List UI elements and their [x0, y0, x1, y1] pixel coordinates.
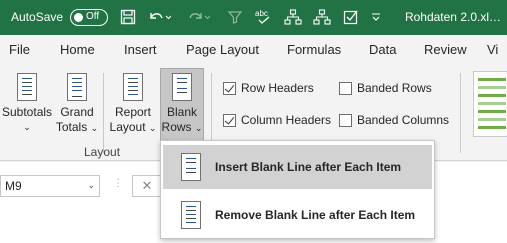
checkbox-checked[interactable]: [223, 81, 236, 95]
remove-blank-line-item[interactable]: Remove Blank Line after Each Item: [163, 193, 432, 237]
report-layout-button[interactable]: Report Layout ⌄: [108, 69, 158, 143]
tab-file[interactable]: File: [9, 42, 30, 57]
report-layout-label-1: Report: [114, 105, 152, 119]
tab-page-layout[interactable]: Page Layout: [186, 42, 259, 57]
document-title: Rohdaten 2.0.xl…: [404, 10, 501, 24]
ribbon-tabs: File Home Insert Page Layout Formulas Da…: [0, 35, 507, 65]
chevron-down-icon: ⌄: [90, 123, 99, 133]
spelling-icon[interactable]: abc: [253, 7, 275, 27]
name-box[interactable]: M9 ⌄: [0, 175, 100, 197]
redo-icon[interactable]: [185, 7, 211, 27]
hierarchy-icon[interactable]: [312, 7, 332, 27]
blank-rows-button[interactable]: Blank Rows ⌄: [160, 68, 204, 143]
banded-columns-checkbox[interactable]: Banded Columns: [339, 113, 449, 127]
undo-icon[interactable]: [146, 7, 172, 27]
save-icon[interactable]: [118, 7, 138, 27]
svg-text:abc: abc: [255, 9, 268, 18]
blank-rows-icon: [172, 73, 192, 101]
tab-formulas[interactable]: Formulas: [287, 42, 341, 57]
banded-rows-checkbox[interactable]: Banded Rows: [339, 81, 432, 95]
tab-view[interactable]: Vi: [487, 42, 498, 57]
grand-totals-icon: [67, 73, 87, 101]
chevron-down-icon[interactable]: ⌄: [87, 180, 95, 191]
name-box-value: M9: [5, 179, 22, 193]
subtotals-button[interactable]: Subtotals ⌄: [2, 69, 52, 143]
blank-rows-label-2: Rows ⌄: [161, 120, 203, 134]
title-bar: AutoSave Off abc Rohdaten 2.0.xl…: [0, 0, 507, 35]
checkbox-unchecked[interactable]: [339, 81, 352, 95]
autosave-toggle[interactable]: Off: [70, 9, 108, 26]
tab-data[interactable]: Data: [369, 42, 396, 57]
grand-totals-label-1: Grand: [60, 105, 94, 119]
report-layout-icon: [123, 73, 143, 101]
tab-home[interactable]: Home: [60, 42, 95, 57]
checkbox-icon[interactable]: [341, 7, 361, 27]
layout-group-label: Layout: [84, 145, 121, 159]
chevron-down-icon: ⌄: [148, 123, 157, 133]
divider: [103, 73, 104, 153]
chevron-down-icon: ⌄: [23, 122, 31, 132]
remove-blank-line-icon: [181, 201, 201, 229]
blank-rows-label-1: Blank: [166, 105, 198, 119]
report-layout-label-2: Layout ⌄: [109, 120, 157, 134]
insert-blank-line-icon: [181, 153, 201, 181]
more-options-icon[interactable]: ⋮: [113, 178, 124, 189]
banded-rows-label: Banded Rows: [357, 81, 432, 95]
autosave-label: AutoSave: [11, 10, 64, 24]
blank-rows-dropdown: Insert Blank Line after Each Item Remove…: [160, 140, 435, 239]
tab-review[interactable]: Review: [424, 42, 467, 57]
tab-insert[interactable]: Insert: [124, 42, 157, 57]
insert-blank-line-item[interactable]: Insert Blank Line after Each Item: [163, 145, 432, 189]
grand-totals-button[interactable]: Grand Totals ⌄: [55, 69, 99, 143]
toggle-knob: [74, 12, 83, 22]
cancel-icon[interactable]: ✕: [132, 175, 162, 197]
column-headers-checkbox[interactable]: Column Headers: [223, 113, 331, 127]
column-headers-label: Column Headers: [241, 113, 332, 127]
filter-icon[interactable]: [225, 7, 245, 27]
subtotals-label: Subtotals: [2, 105, 53, 119]
insert-blank-line-label: Insert Blank Line after Each Item: [215, 160, 402, 174]
checkbox-checked[interactable]: [223, 113, 236, 127]
grand-totals-label-2: Totals ⌄: [55, 120, 99, 134]
subtotals-icon: [17, 73, 37, 101]
pivot-style-thumbnail[interactable]: [473, 71, 507, 137]
remove-blank-line-label: Remove Blank Line after Each Item: [215, 208, 416, 222]
checkbox-unchecked[interactable]: [339, 113, 352, 127]
divider: [460, 73, 461, 153]
row-headers-checkbox[interactable]: Row Headers: [223, 81, 314, 95]
autosave-state: Off: [86, 11, 100, 22]
banded-columns-label: Banded Columns: [357, 113, 450, 127]
org-chart-icon[interactable]: [283, 7, 303, 27]
chevron-down-icon: ⌄: [194, 123, 203, 133]
customize-qat-icon[interactable]: [368, 7, 384, 27]
row-headers-label: Row Headers: [241, 81, 314, 95]
